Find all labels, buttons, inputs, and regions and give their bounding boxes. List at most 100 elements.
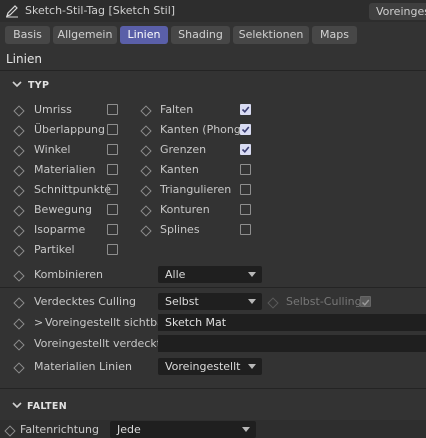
checkbox-winkel[interactable] [107, 144, 118, 155]
tab-allgemein[interactable]: Allgemein [53, 26, 117, 44]
preset-label: Voreingest [376, 5, 426, 18]
kombinieren-value: Alle [165, 268, 186, 281]
label-falten: Falten [160, 103, 194, 116]
label-konturen: Konturen [160, 203, 210, 216]
tab-selektionen[interactable]: Selektionen [233, 26, 309, 44]
label-kanten-phong: Kanten (Phong) [160, 123, 246, 136]
checkbox-triangulieren[interactable] [240, 184, 251, 195]
title-bar: Sketch-Stil-Tag [Sketch Stil] Voreingest [0, 0, 426, 22]
group-header-typ[interactable]: TYP [0, 74, 426, 94]
keyframe-diamond-icon[interactable] [140, 165, 152, 177]
checkbox-schnittpunkte[interactable] [107, 184, 118, 195]
keyframe-diamond-icon[interactable] [13, 339, 25, 351]
checkmark-icon [241, 106, 250, 113]
dropdown-arrow-icon [248, 299, 256, 304]
keyframe-diamond-icon[interactable] [140, 225, 152, 237]
keyframe-diamond-icon[interactable] [140, 125, 152, 137]
divider [0, 388, 426, 389]
sketch-pen-icon [6, 5, 18, 18]
group-header-falten[interactable]: FALTEN [0, 396, 426, 416]
culling-dropdown[interactable]: Selbst [158, 293, 262, 310]
materialien-linien-dropdown[interactable]: Voreingestellt [158, 358, 262, 375]
label-triangulieren: Triangulieren [160, 183, 232, 196]
label-winkel: Winkel [34, 143, 71, 156]
label-verdecktes-culling: Verdecktes Culling [34, 295, 137, 308]
label-grenzen: Grenzen [160, 143, 207, 156]
checkbox-bewegung[interactable] [107, 204, 118, 215]
label-faltenrichtung: Faltenrichtung [20, 423, 100, 436]
dropdown-arrow-icon [248, 272, 256, 277]
checkbox-selbst-culling [360, 296, 371, 307]
label-materialien-linien: Materialien Linien [34, 360, 132, 373]
chevron-down-icon [12, 402, 22, 409]
checkmark-icon [362, 299, 370, 306]
checkbox-ueberlappung[interactable] [107, 124, 118, 135]
keyframe-diamond-icon[interactable] [13, 105, 25, 117]
kombinieren-dropdown[interactable]: Alle [158, 266, 262, 283]
culling-value: Selbst [165, 295, 199, 308]
keyframe-diamond-icon[interactable] [13, 125, 25, 137]
sichtbar-material-value: Sketch Mat [165, 316, 227, 329]
keyframe-diamond-icon[interactable] [140, 185, 152, 197]
tab-maps[interactable]: Maps [312, 26, 357, 44]
checkbox-grenzen[interactable] [240, 144, 251, 155]
label-partikel: Partikel [34, 243, 75, 256]
checkbox-kanten-phong[interactable] [240, 124, 251, 135]
window-title: Sketch-Stil-Tag [Sketch Stil] [25, 4, 176, 17]
keyframe-diamond-icon[interactable] [140, 205, 152, 217]
faltenrichtung-value: Jede [117, 423, 141, 436]
checkbox-materialien[interactable] [107, 164, 118, 175]
keyframe-diamond-icon[interactable] [13, 185, 25, 197]
label-schnittpunkte: Schnittpunkte [34, 183, 112, 196]
label-materialien: Materialien [34, 163, 96, 176]
keyframe-diamond-icon[interactable] [13, 145, 25, 157]
keyframe-diamond-icon[interactable] [140, 105, 152, 117]
keyframe-diamond-icon[interactable] [13, 245, 25, 257]
keyframe-diamond-icon[interactable] [13, 270, 25, 282]
dropdown-arrow-icon [242, 427, 250, 432]
divider [0, 287, 426, 288]
label-umriss: Umriss [34, 103, 72, 116]
preset-dropdown[interactable]: Voreingest [369, 3, 426, 20]
tab-linien[interactable]: Linien [120, 26, 168, 44]
checkbox-umriss[interactable] [107, 104, 118, 115]
group-label-typ: TYP [28, 80, 50, 91]
label-kanten: Kanten [160, 163, 199, 176]
label-voreingestellt-sichtbar: Voreingestellt sichtbar [45, 316, 169, 329]
keyframe-diamond-icon[interactable] [13, 165, 25, 177]
label-voreingestellt-verdeckt: Voreingestellt verdeckt [34, 337, 162, 350]
keyframe-diamond-icon[interactable] [13, 297, 25, 309]
label-selbst-culling: Selbst-Culling [286, 295, 362, 308]
sichtbar-material-field[interactable]: Sketch Mat [158, 314, 426, 331]
keyframe-diamond-icon[interactable] [13, 362, 25, 374]
verdeckt-material-field[interactable] [158, 335, 426, 352]
group-label-falten: FALTEN [27, 401, 67, 412]
faltenrichtung-dropdown[interactable]: Jede [110, 421, 256, 438]
checkbox-falten[interactable] [240, 104, 251, 115]
materialien-linien-value: Voreingestellt [165, 360, 241, 373]
checkbox-splines[interactable] [240, 224, 251, 235]
checkbox-konturen[interactable] [240, 204, 251, 215]
tab-shading[interactable]: Shading [171, 26, 230, 44]
label-splines: Splines [160, 223, 200, 236]
section-title: Linien [6, 52, 42, 66]
checkbox-kanten[interactable] [240, 164, 251, 175]
chevron-down-icon [12, 81, 22, 88]
keyframe-diamond-icon [267, 297, 279, 309]
checkbox-partikel[interactable] [107, 244, 118, 255]
expand-sichtbar-chevron-icon[interactable]: > [34, 316, 43, 329]
checkmark-icon [241, 146, 250, 153]
keyframe-diamond-icon[interactable] [140, 145, 152, 157]
keyframe-diamond-icon[interactable] [13, 318, 25, 330]
label-bewegung: Bewegung [34, 203, 92, 216]
checkmark-icon [241, 126, 250, 133]
tab-bar: Basis Allgemein Linien Shading Selektion… [0, 24, 426, 46]
keyframe-diamond-icon[interactable] [13, 205, 25, 217]
divider [0, 70, 426, 71]
keyframe-diamond-icon[interactable] [13, 225, 25, 237]
label-isoparme: Isoparme [34, 223, 86, 236]
checkbox-isoparme[interactable] [107, 224, 118, 235]
tab-basis[interactable]: Basis [5, 26, 50, 44]
dropdown-arrow-icon [248, 364, 256, 369]
label-ueberlappung: Überlappung [34, 123, 106, 136]
